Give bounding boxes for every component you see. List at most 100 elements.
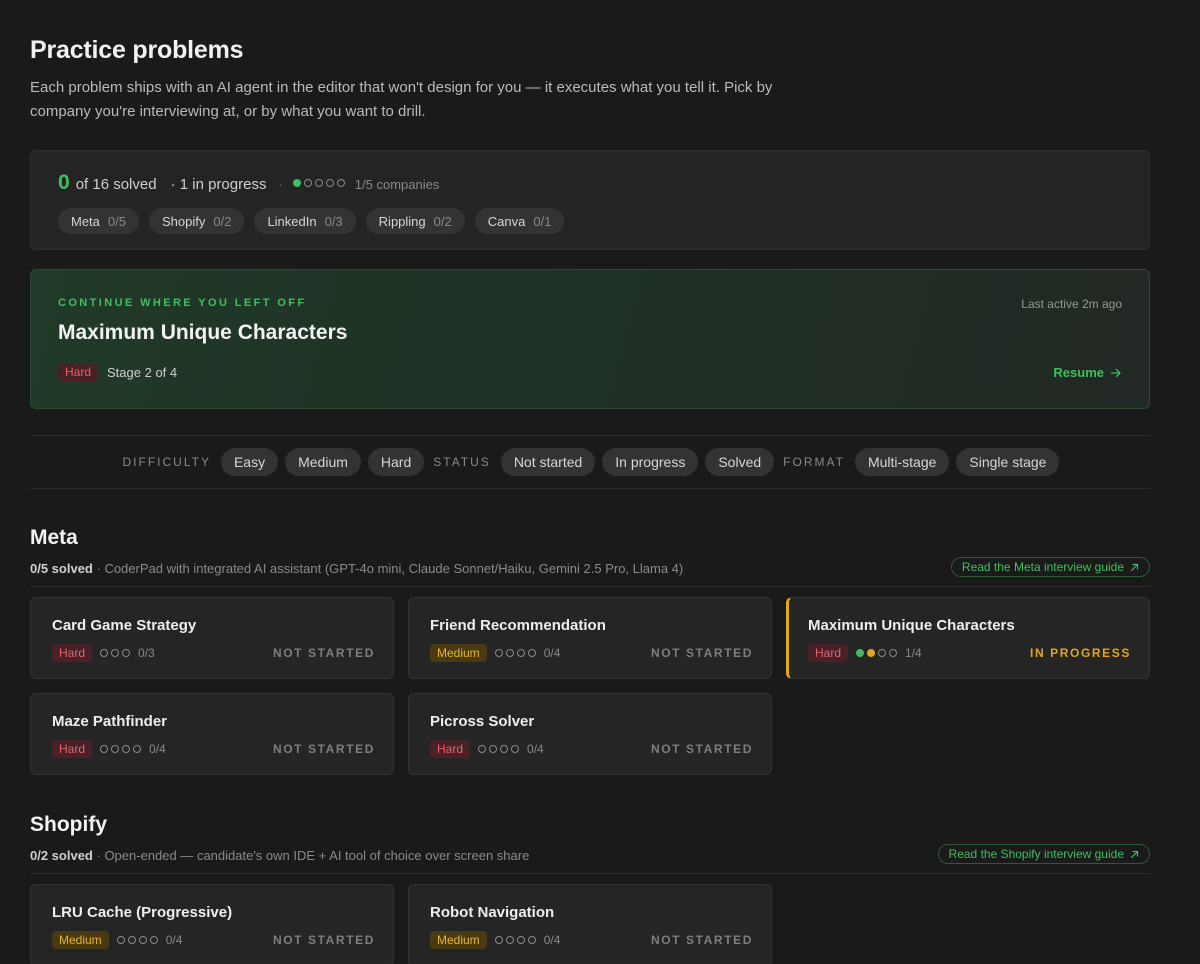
problem-title: Picross Solver: [430, 713, 535, 730]
stage-progress: 0/3: [138, 646, 155, 660]
company-pill-count: 0/3: [324, 213, 343, 229]
filter-medium[interactable]: Medium: [285, 448, 361, 476]
company-pill-name: LinkedIn: [267, 213, 317, 229]
filter-label-difficulty: DIFFICULTY: [122, 455, 211, 469]
problem-status: NOT STARTED: [272, 646, 375, 660]
filter-easy[interactable]: Easy: [220, 448, 279, 476]
stage-progress: 0/4: [165, 933, 183, 947]
difficulty-badge: Medium: [430, 644, 487, 662]
problem-status: NOT STARTED: [272, 742, 375, 756]
stage-dot-empty: [516, 649, 525, 657]
guide-label: Read the Shopify interview guide: [948, 847, 1124, 861]
problem-status: NOT STARTED: [650, 742, 753, 756]
section-divider: [30, 586, 1150, 587]
companies-progress: 1/5 companies: [354, 177, 440, 192]
stage-dot-empty: [127, 936, 136, 944]
section-title: Shopify: [30, 813, 107, 836]
continue-problem-title: Maximum Unique Characters: [58, 321, 348, 344]
filter-single-stage[interactable]: Single stage: [956, 448, 1060, 476]
filter-not-started[interactable]: Not started: [500, 448, 596, 476]
problem-title: Card Game Strategy: [52, 617, 197, 634]
company-dot-empty: [336, 179, 345, 187]
difficulty-badge: Hard: [808, 644, 849, 662]
stage-progress: 0/4: [149, 742, 166, 756]
problem-status: NOT STARTED: [272, 933, 375, 947]
company-pill-linkedin[interactable]: LinkedIn 0/3: [254, 208, 356, 234]
stage-progress: 0/4: [543, 933, 561, 947]
problem-card[interactable]: Picross Solver Hard 0/4 NOT STARTED: [408, 693, 772, 775]
stage-progress-dots: [494, 649, 536, 657]
filter-hard[interactable]: Hard: [367, 448, 425, 476]
stage-dot-empty: [100, 745, 109, 753]
filter-label-status: STATUS: [433, 455, 491, 469]
stage-progress: 1/4: [905, 646, 922, 660]
stage-dot-empty: [527, 936, 536, 944]
company-pill-meta[interactable]: Meta 0/5: [58, 208, 139, 234]
section-subtitle: 0/5 solved · CoderPad with integrated AI…: [30, 561, 683, 576]
stage-dot-empty: [122, 649, 131, 657]
problem-status: NOT STARTED: [650, 933, 753, 947]
stage-dot-empty: [100, 649, 109, 657]
stage-progress: 0/4: [543, 646, 561, 660]
filter-in-progress[interactable]: In progress: [602, 448, 699, 476]
stage-dot-done: [856, 649, 865, 657]
continue-eyebrow: CONTINUE WHERE YOU LEFT OFF: [58, 297, 307, 309]
stage-progress-dots: [494, 936, 536, 944]
company-section-meta: Meta 0/5 solved · CoderPad with integrat…: [30, 526, 1150, 786]
stage-dot-empty: [478, 745, 487, 753]
page-intro: Each problem ships with an AI agent in t…: [30, 79, 773, 120]
stage-dot-empty: [111, 745, 120, 753]
problem-status: NOT STARTED: [650, 646, 753, 660]
company-pill-name: Meta: [71, 213, 100, 229]
resume-button[interactable]: Resume: [1053, 365, 1122, 380]
company-pill-count: 0/5: [107, 213, 126, 229]
problem-card[interactable]: Maximum Unique Characters Hard 1/4 IN PR…: [786, 597, 1150, 679]
stage-progress-dots: [856, 649, 898, 657]
filter-solved[interactable]: Solved: [705, 448, 775, 476]
stage-dot-empty: [494, 649, 503, 657]
last-active: Last active 2m ago: [1021, 297, 1122, 311]
stage-dot-empty: [489, 745, 498, 753]
stage-dot-empty: [505, 936, 514, 944]
stage-dot-empty: [500, 745, 509, 753]
continue-card[interactable]: CONTINUE WHERE YOU LEFT OFF Last active …: [30, 269, 1150, 409]
company-pill-count: 0/2: [433, 213, 452, 229]
page-title: Practice problems: [30, 36, 244, 64]
stage-dot-empty: [494, 936, 503, 944]
problem-card[interactable]: Maze Pathfinder Hard 0/4 NOT STARTED: [30, 693, 394, 775]
section-solved-count: 0/5 solved: [30, 561, 93, 576]
difficulty-badge: Hard: [430, 740, 471, 758]
problem-title: Robot Navigation: [430, 904, 555, 921]
difficulty-badge: Hard: [52, 740, 93, 758]
problem-card[interactable]: Robot Navigation Medium 0/4 NOT STARTED: [408, 884, 772, 964]
stage-dot-empty: [505, 649, 514, 657]
company-dot-empty: [303, 179, 312, 187]
stage-dot-empty: [133, 745, 142, 753]
problem-card[interactable]: Card Game Strategy Hard 0/3 NOT STARTED: [30, 597, 394, 679]
company-pill-canva[interactable]: Canva 0/1: [474, 208, 565, 234]
company-pill-count: 0/1: [533, 213, 552, 229]
arrow-up-right-icon: [1130, 563, 1139, 571]
company-dot-filled: [292, 179, 301, 187]
problem-title: LRU Cache (Progressive): [52, 904, 233, 921]
interview-guide-link[interactable]: Read the Meta interview guide: [950, 557, 1150, 577]
company-pill-rippling[interactable]: Rippling 0/2: [365, 208, 465, 234]
difficulty-badge: Hard: [58, 363, 99, 381]
problem-title: Maze Pathfinder: [52, 713, 168, 730]
interview-guide-link[interactable]: Read the Shopify interview guide: [937, 844, 1150, 864]
arrow-right-icon: [1110, 368, 1121, 377]
problem-card[interactable]: LRU Cache (Progressive) Medium 0/4 NOT S…: [30, 884, 394, 964]
stage-progress-dots: [100, 649, 131, 657]
company-dot-empty: [314, 179, 323, 187]
guide-label: Read the Meta interview guide: [961, 560, 1124, 574]
filter-multi-stage[interactable]: Multi-stage: [854, 448, 950, 476]
problem-status: IN PROGRESS: [1030, 646, 1131, 660]
problem-card[interactable]: Friend Recommendation Medium 0/4 NOT STA…: [408, 597, 772, 679]
stage-dot-active: [867, 649, 876, 657]
company-pill-shopify[interactable]: Shopify 0/2: [148, 208, 245, 234]
company-section-shopify: Shopify 0/2 solved · Open-ended — candid…: [30, 813, 1150, 964]
section-solved-count: 0/2 solved: [30, 848, 93, 863]
stage-dot-empty: [111, 649, 120, 657]
problem-title: Friend Recommendation: [430, 617, 606, 634]
company-pill-name: Rippling: [378, 213, 426, 229]
